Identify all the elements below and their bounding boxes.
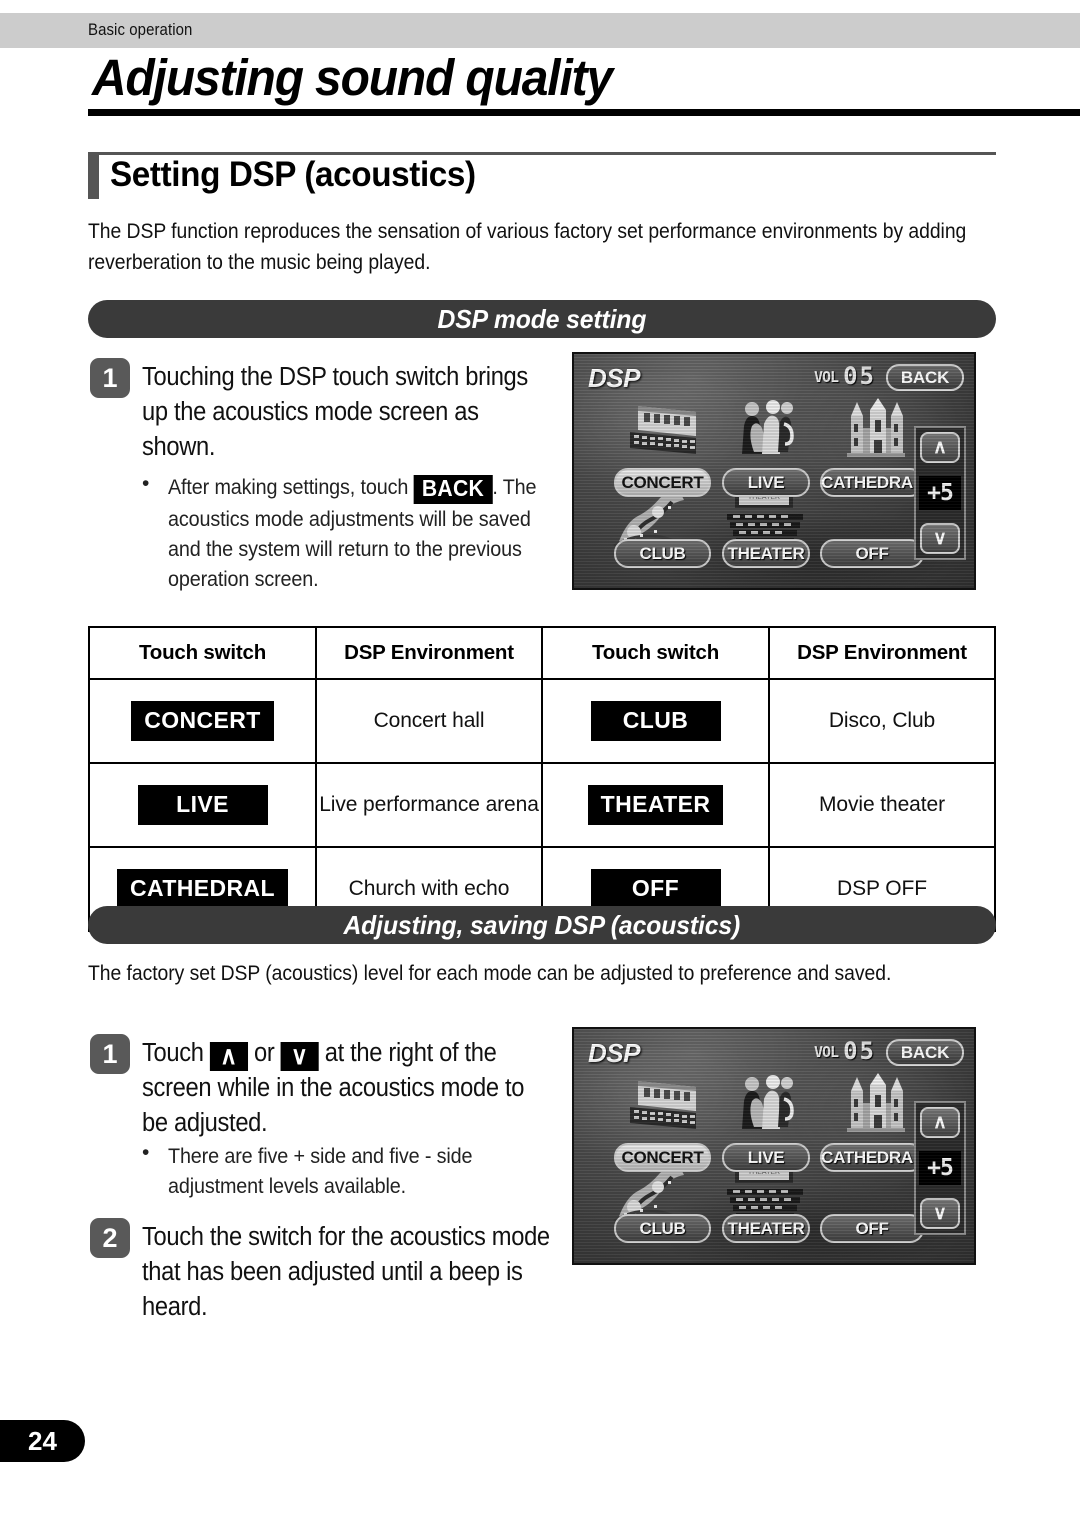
dsp-button-theater-1[interactable]: THEATER (722, 539, 810, 568)
switch-chip-theater[interactable]: THEATER (587, 785, 724, 825)
step-adjust-2-text: Touch the switch for the acoustics mode … (142, 1223, 550, 1321)
concert-hall-icon-2 (630, 1081, 696, 1129)
table-header-dsp-environment-2: DSP Environment (768, 626, 996, 680)
dsp-button-live-2[interactable]: LIVE (722, 1143, 810, 1172)
step-badge-adjust-2: 2 (90, 1218, 130, 1258)
dsp-back-button-2[interactable]: BACK (886, 1039, 964, 1066)
live-band-icon-2 (742, 1075, 794, 1129)
table-cell-environment: Concert hall (315, 678, 543, 764)
dsp-button-concert-2[interactable]: CONCERT (614, 1143, 711, 1172)
table-cell-environment: Live performance arena (315, 762, 543, 848)
volume-indicator-1: VOL 05 (814, 362, 876, 390)
volume-label-1: VOL (814, 367, 839, 386)
level-down-button-1[interactable]: ∨ (920, 523, 960, 554)
step-adjust-1-bullet: There are five + side and five - side ad… (168, 1144, 473, 1198)
step-adjust-1-text-a: Touch (142, 1039, 204, 1067)
table-cell-switch: CONCERT (88, 678, 317, 764)
dsp-button-club-2[interactable]: CLUB (614, 1214, 711, 1243)
dsp-button-off-1[interactable]: OFF (820, 539, 924, 568)
table-cell-switch: THEATER (541, 762, 770, 848)
table-cell-environment: Movie theater (768, 762, 996, 848)
step-badge-1: 1 (90, 358, 130, 398)
dsp-button-cathedral-1[interactable]: CATHEDRAL (820, 468, 924, 497)
arrow-down-keycap[interactable]: ∨ (280, 1042, 319, 1071)
volume-label-2: VOL (814, 1042, 839, 1061)
page-title: Adjusting sound quality (92, 49, 613, 106)
dsp-environment-table: Touch switch DSP Environment Touch switc… (88, 626, 996, 932)
volume-value-1: 05 (843, 362, 876, 390)
table-row: LIVE Live performance arena THEATER Movi… (88, 762, 996, 848)
volume-value-2: 05 (843, 1037, 876, 1065)
section-intro-paragraph: The DSP function reproduces the sensatio… (88, 219, 967, 274)
dsp-button-concert-1[interactable]: CONCERT (614, 468, 711, 497)
dsp-screen-image-1: DSP VOL 05 BACK THEATER CONCERT LIVE CAT… (572, 352, 976, 590)
title-underline (88, 109, 1080, 116)
dsp-back-button-1[interactable]: BACK (886, 364, 964, 391)
dsp-level-stepper-1: ∧ +5 ∨ (914, 426, 966, 560)
switch-chip-live[interactable]: LIVE (137, 785, 268, 825)
concert-hall-icon-1 (630, 406, 696, 454)
step-1-bullet-prefix: After making settings, touch (168, 475, 409, 499)
dsp-screen-image-2: DSP VOL 05 BACK THEATER CONCERT LIVE CAT… (572, 1027, 976, 1265)
step-badge-adjust-1: 1 (90, 1034, 130, 1074)
volume-indicator-2: VOL 05 (814, 1037, 876, 1065)
back-keycap[interactable]: BACK (413, 475, 493, 504)
table-cell-environment: Disco, Club (768, 678, 996, 764)
dsp-screen-title-1: DSP (588, 363, 640, 393)
live-band-icon-1 (742, 400, 794, 454)
dsp-screen-title-2: DSP (588, 1038, 640, 1068)
table-header-row: Touch switch DSP Environment Touch switc… (88, 626, 996, 680)
level-up-button-1[interactable]: ∧ (920, 432, 960, 463)
banner-dsp-mode-setting: DSP mode setting (88, 300, 996, 338)
table-header-touch-switch-1: Touch switch (88, 626, 317, 680)
banner-adjusting-saving: Adjusting, saving DSP (acoustics) (88, 906, 996, 944)
running-header-bar: Basic operation (0, 13, 1080, 48)
dsp-button-off-2[interactable]: OFF (820, 1214, 924, 1243)
table-cell-switch: LIVE (88, 762, 317, 848)
banner-dsp-mode-setting-label: DSP mode setting (437, 303, 647, 334)
level-value-2: +5 (919, 1151, 961, 1185)
step-adjust-1-text-b: or (253, 1039, 275, 1067)
switch-chip-cathedral[interactable]: CATHEDRAL (117, 869, 288, 909)
table-header-dsp-environment-1: DSP Environment (315, 626, 543, 680)
dsp-button-theater-2[interactable]: THEATER (722, 1214, 810, 1243)
bullet-marker: • (142, 1141, 150, 1164)
running-header-label: Basic operation (88, 20, 193, 39)
section-title: Setting DSP (acoustics) (110, 155, 476, 194)
switch-chip-club[interactable]: CLUB (590, 701, 721, 741)
cathedral-icon-1 (847, 398, 905, 457)
dsp-button-live-1[interactable]: LIVE (722, 468, 810, 497)
bullet-marker: • (142, 472, 150, 495)
step-1-bullet: After making settings, touch BACK. The a… (168, 472, 564, 594)
table-row: CONCERT Concert hall CLUB Disco, Club (88, 678, 996, 764)
step-adjust-1-text: Touch ∧ or ∨ at the right of the screen … (142, 1036, 551, 1141)
dsp-button-cathedral-2[interactable]: CATHEDRAL (820, 1143, 924, 1172)
arrow-up-keycap[interactable]: ∧ (209, 1042, 248, 1071)
level-up-button-2[interactable]: ∧ (920, 1107, 960, 1138)
table-cell-switch: CLUB (541, 678, 770, 764)
banner-adjusting-saving-label: Adjusting, saving DSP (acoustics) (343, 909, 741, 940)
dsp-button-club-1[interactable]: CLUB (614, 539, 711, 568)
step-1-text: Touching the DSP touch switch brings up … (142, 363, 528, 461)
level-down-button-2[interactable]: ∨ (920, 1198, 960, 1229)
section-accent-bar (88, 155, 99, 199)
cathedral-icon-2 (847, 1073, 905, 1132)
switch-chip-off[interactable]: OFF (590, 869, 721, 909)
adjusting-intro-paragraph: The factory set DSP (acoustics) level fo… (88, 961, 892, 985)
level-value-1: +5 (919, 476, 961, 510)
table-header-touch-switch-2: Touch switch (541, 626, 770, 680)
page-number-tab: 24 (0, 1420, 85, 1462)
switch-chip-concert[interactable]: CONCERT (131, 701, 274, 741)
dsp-level-stepper-2: ∧ +5 ∨ (914, 1101, 966, 1235)
